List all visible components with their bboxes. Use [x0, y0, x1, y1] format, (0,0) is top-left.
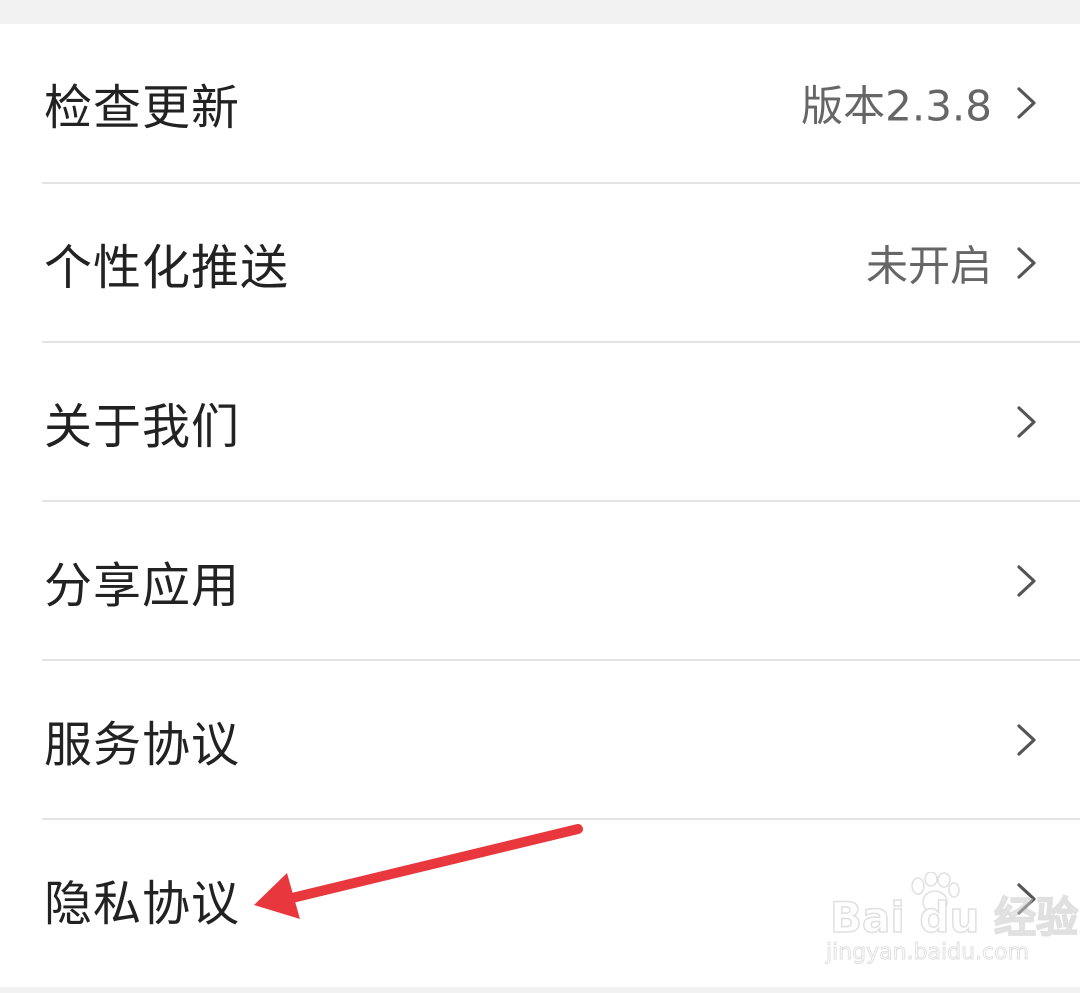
watermark-url: jingyan.baidu.com: [825, 940, 1030, 966]
chevron-right-icon: [1017, 565, 1036, 597]
settings-list: 检查更新 版本2.3.8 个性化推送 未开启 关于我们 分享应用 服务协议 隐私…: [0, 24, 1080, 987]
settings-item-label: 关于我们: [44, 399, 241, 455]
chevron-right-icon: [1017, 724, 1036, 756]
settings-item-service-agreement[interactable]: 服务协议: [0, 661, 1080, 819]
top-background-band: [0, 0, 1080, 24]
chevron-right-icon: [1017, 406, 1036, 438]
settings-item-label: 服务协议: [44, 717, 241, 773]
bottom-background-band: [0, 987, 1080, 993]
push-status-value: 未开启: [865, 241, 992, 291]
settings-item-label: 分享应用: [44, 558, 241, 614]
settings-item-label: 隐私协议: [44, 876, 241, 932]
watermark-brand: Bai du 经验: [829, 892, 1078, 943]
chevron-right-icon: [1017, 247, 1036, 279]
version-value: 版本2.3.8: [801, 81, 992, 131]
settings-item-share-app[interactable]: 分享应用: [0, 502, 1080, 660]
settings-item-personalized-push[interactable]: 个性化推送 未开启: [0, 184, 1080, 342]
baidu-jingyan-watermark: Bai du 经验 jingyan.baidu.com: [825, 872, 1079, 972]
settings-item-label: 个性化推送: [44, 240, 290, 296]
settings-item-check-update[interactable]: 检查更新 版本2.3.8: [0, 24, 1080, 182]
settings-item-label: 检查更新: [44, 80, 241, 136]
settings-item-about-us[interactable]: 关于我们: [0, 343, 1080, 501]
chevron-right-icon: [1017, 87, 1036, 119]
